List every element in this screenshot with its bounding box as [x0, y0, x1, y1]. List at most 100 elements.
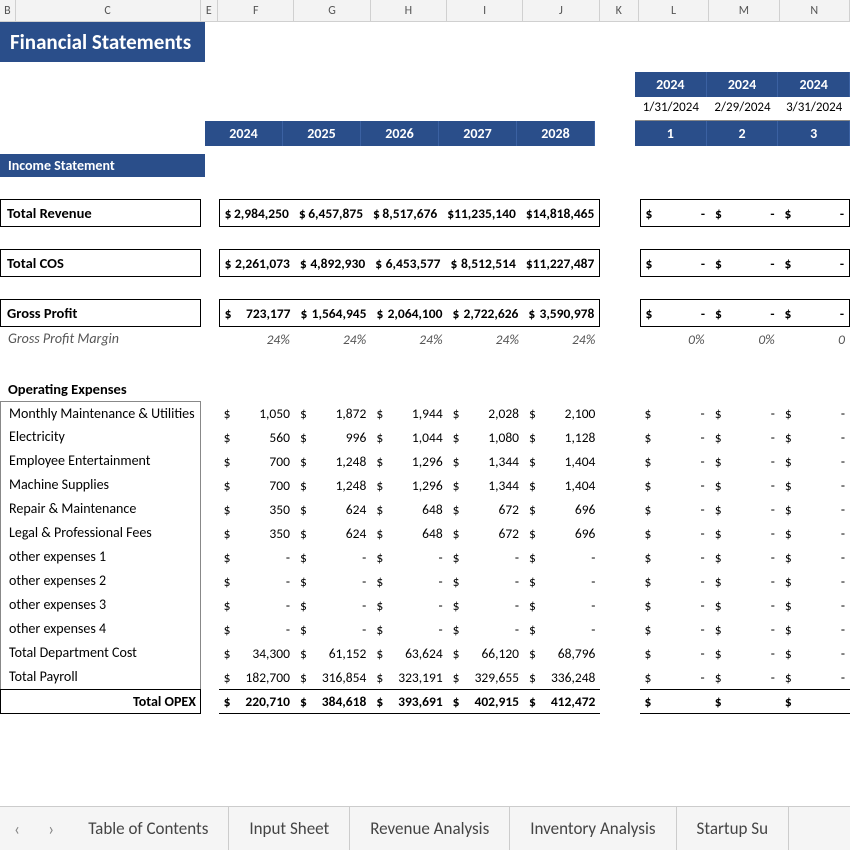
cell[interactable]: $-: [295, 593, 371, 617]
cell[interactable]: $1,404: [524, 449, 600, 473]
cell[interactable]: $672: [448, 521, 524, 545]
cell[interactable]: $723,177: [220, 300, 296, 326]
header-cell[interactable]: 2027: [439, 121, 517, 146]
cell[interactable]: $-: [780, 665, 850, 689]
cell[interactable]: $-: [710, 665, 780, 689]
cell[interactable]: $1,344: [448, 473, 524, 497]
cell[interactable]: $-: [780, 300, 850, 326]
cell[interactable]: $-: [710, 401, 780, 425]
cell[interactable]: $-: [640, 593, 710, 617]
column-header[interactable]: F: [218, 0, 294, 21]
cell[interactable]: $-: [710, 300, 780, 326]
cell[interactable]: $-: [780, 521, 850, 545]
cell[interactable]: 24%: [371, 327, 447, 351]
cell[interactable]: $1,296: [371, 473, 447, 497]
cell[interactable]: $11,227,487: [521, 250, 600, 276]
cell[interactable]: $-: [780, 569, 850, 593]
cell[interactable]: $2,064,100: [371, 300, 447, 326]
sheet-tab[interactable]: Table of Contents: [68, 807, 229, 850]
cell[interactable]: $696: [524, 497, 600, 521]
column-header[interactable]: M: [709, 0, 779, 21]
header-cell[interactable]: 2028: [517, 121, 595, 146]
cell[interactable]: $-: [524, 593, 600, 617]
cell[interactable]: $: [780, 690, 850, 713]
cell[interactable]: $-: [219, 593, 295, 617]
header-cell[interactable]: 2024: [205, 121, 283, 146]
cell[interactable]: $329,655: [448, 665, 524, 689]
cell[interactable]: $316,854: [295, 665, 371, 689]
cell[interactable]: $14,818,465: [521, 200, 600, 226]
cell[interactable]: $1,248: [295, 473, 371, 497]
cell[interactable]: $-: [780, 593, 850, 617]
cell[interactable]: $-: [710, 449, 780, 473]
cell[interactable]: $996: [295, 425, 371, 449]
cell[interactable]: $1,344: [448, 449, 524, 473]
sheet-tab[interactable]: Revenue Analysis: [350, 807, 510, 850]
cell[interactable]: $-: [371, 593, 447, 617]
cell[interactable]: $-: [640, 425, 710, 449]
header-cell[interactable]: 1/31/2024: [635, 97, 707, 121]
cell[interactable]: $6,457,875: [294, 200, 368, 226]
cell[interactable]: $-: [295, 569, 371, 593]
cell[interactable]: $34,300: [219, 641, 295, 665]
cell[interactable]: $696: [524, 521, 600, 545]
column-header[interactable]: L: [639, 0, 709, 21]
sheet-tab[interactable]: Input Sheet: [229, 807, 350, 850]
cell[interactable]: 24%: [295, 327, 371, 351]
cell[interactable]: $648: [371, 497, 447, 521]
cell[interactable]: $-: [640, 449, 710, 473]
cell[interactable]: $-: [710, 200, 780, 226]
cell[interactable]: $-: [710, 641, 780, 665]
cell[interactable]: $1,080: [448, 425, 524, 449]
cell[interactable]: $4,892,930: [295, 250, 370, 276]
cell[interactable]: $-: [219, 569, 295, 593]
cell[interactable]: $-: [710, 521, 780, 545]
cell[interactable]: $1,564,945: [296, 300, 372, 326]
cell[interactable]: $-: [524, 545, 600, 569]
cell[interactable]: $8,517,676: [368, 200, 442, 226]
cell[interactable]: $-: [710, 593, 780, 617]
sheet-tab[interactable]: Startup Su: [677, 807, 790, 850]
cell[interactable]: $-: [448, 617, 524, 641]
cell[interactable]: $-: [710, 617, 780, 641]
cell[interactable]: $220,710: [219, 690, 295, 713]
cell[interactable]: $11,235,140: [442, 200, 521, 226]
cell[interactable]: $2,100: [524, 401, 600, 425]
cell[interactable]: $-: [524, 617, 600, 641]
cell[interactable]: $700: [219, 449, 295, 473]
cell[interactable]: $-: [710, 569, 780, 593]
cell[interactable]: $-: [710, 497, 780, 521]
cell[interactable]: $1,044: [371, 425, 447, 449]
cell[interactable]: 0: [780, 327, 850, 351]
cell[interactable]: $8,512,514: [446, 250, 521, 276]
cell[interactable]: $-: [640, 497, 710, 521]
cell[interactable]: $412,472: [524, 690, 600, 713]
cell[interactable]: $-: [780, 617, 850, 641]
column-header[interactable]: B: [0, 0, 16, 21]
cell[interactable]: $-: [710, 473, 780, 497]
cell[interactable]: $68,796: [524, 641, 600, 665]
cell[interactable]: 0%: [640, 327, 710, 351]
cell[interactable]: $350: [219, 521, 295, 545]
header-cell[interactable]: 2024: [707, 72, 779, 97]
cell[interactable]: $393,691: [371, 690, 447, 713]
cell[interactable]: $61,152: [295, 641, 371, 665]
cell[interactable]: $1,248: [295, 449, 371, 473]
cell[interactable]: $: [710, 690, 780, 713]
column-header[interactable]: K: [600, 0, 639, 21]
cell[interactable]: $-: [710, 425, 780, 449]
cell[interactable]: $-: [640, 641, 710, 665]
cell[interactable]: $-: [640, 569, 710, 593]
column-header[interactable]: N: [780, 0, 850, 21]
cell[interactable]: $-: [641, 300, 711, 326]
header-cell[interactable]: 2024: [778, 72, 850, 97]
cell[interactable]: $-: [448, 593, 524, 617]
cell[interactable]: $2,722,626: [447, 300, 523, 326]
cell[interactable]: $63,624: [371, 641, 447, 665]
cell[interactable]: $384,618: [295, 690, 371, 713]
cell[interactable]: $560: [219, 425, 295, 449]
cell[interactable]: $-: [780, 545, 850, 569]
cell[interactable]: $-: [640, 401, 710, 425]
sheet-tab[interactable]: Inventory Analysis: [510, 807, 676, 850]
cell[interactable]: $-: [524, 569, 600, 593]
